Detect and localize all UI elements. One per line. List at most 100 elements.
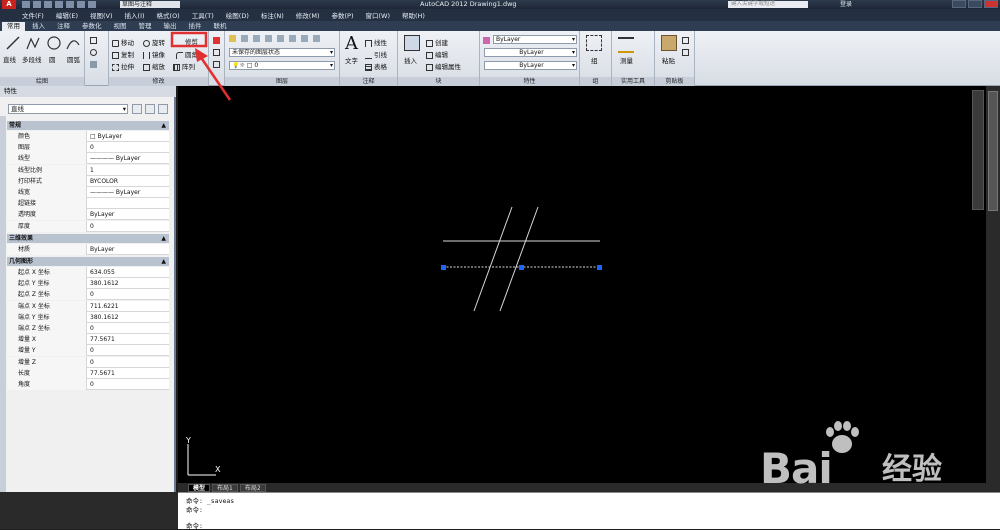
slanted-line-left[interactable] xyxy=(473,206,513,312)
property-value[interactable]: 380.1612 xyxy=(88,312,169,323)
layer-select[interactable]: 💡☼ □ 0 xyxy=(229,61,335,70)
slanted-line-right[interactable] xyxy=(499,206,539,312)
property-value[interactable]: 77.5671 xyxy=(88,334,169,345)
undo-icon[interactable] xyxy=(77,1,85,8)
menu-format[interactable]: 格式(O) xyxy=(157,10,180,20)
linear-dim-button[interactable]: 线性 xyxy=(365,37,387,47)
hatch-icon[interactable] xyxy=(90,61,97,68)
layer-lock-icon[interactable] xyxy=(277,35,284,42)
polyline-button[interactable]: 多段线 xyxy=(22,54,42,64)
drawing-canvas[interactable]: Y X xyxy=(178,86,986,483)
property-row[interactable]: 材质 ByLayer xyxy=(7,243,169,255)
section-header[interactable]: 常规 ▲ xyxy=(7,121,169,130)
panel-properties-title[interactable]: 特性 xyxy=(480,77,579,86)
property-row[interactable]: 透明度 ByLayer xyxy=(7,209,169,221)
autocad-logo-icon[interactable]: A xyxy=(2,0,16,9)
save-icon[interactable] xyxy=(44,1,52,8)
collapse-icon[interactable]: ▲ xyxy=(161,121,166,130)
section-header[interactable]: 几何图形 ▲ xyxy=(7,257,169,266)
property-value[interactable]: 0 xyxy=(88,289,169,300)
cut-icon[interactable] xyxy=(682,37,689,44)
menu-modify[interactable]: 修改(M) xyxy=(296,10,320,20)
quick-select-icon[interactable] xyxy=(158,104,168,114)
measure-button[interactable]: 测量 xyxy=(620,55,633,65)
arc-icon[interactable] xyxy=(65,35,81,51)
menu-help[interactable]: 帮助(H) xyxy=(402,10,425,20)
object-type-select[interactable]: 直线 xyxy=(8,104,128,114)
property-value[interactable]: 711.6221 xyxy=(88,301,169,312)
stretch-button[interactable]: 拉伸 xyxy=(112,61,134,71)
collapse-icon[interactable]: ▲ xyxy=(161,257,166,266)
property-row[interactable]: 打印样式 BYCOLOR xyxy=(7,175,169,187)
property-row[interactable]: 线型比例 1 xyxy=(7,164,169,176)
copy-clip-icon[interactable] xyxy=(682,49,689,56)
table-button[interactable]: 表格 xyxy=(365,61,387,71)
new-icon[interactable] xyxy=(22,1,30,8)
print-icon[interactable] xyxy=(66,1,74,8)
fillet-button[interactable]: 圆角 xyxy=(176,49,198,59)
layer-off-icon[interactable] xyxy=(241,35,248,42)
line-button[interactable]: 直线 xyxy=(3,54,16,64)
property-value[interactable]: 77.5671 xyxy=(88,368,169,379)
scrollbar-thumb[interactable] xyxy=(988,91,998,211)
tab-output[interactable]: 输出 xyxy=(159,22,182,31)
menu-file[interactable]: 文件(F) xyxy=(22,10,44,20)
collapse-icon[interactable]: ▲ xyxy=(161,234,166,243)
panel-utilities-title[interactable]: 实用工具 xyxy=(612,77,654,86)
saveas-icon[interactable] xyxy=(55,1,63,8)
property-row[interactable]: 起点 Z 坐标 0 xyxy=(7,289,169,301)
tab-parametric[interactable]: 参数化 xyxy=(77,22,107,31)
tab-layout2[interactable]: 布局2 xyxy=(239,483,266,492)
layer-previous-icon[interactable] xyxy=(301,35,308,42)
layer-unisolate-icon[interactable] xyxy=(313,35,320,42)
trim-button[interactable]: 修剪 xyxy=(173,36,198,46)
property-value[interactable]: 634.055 xyxy=(88,267,169,278)
tab-model[interactable]: 模型 xyxy=(188,483,211,492)
tab-manage[interactable]: 管理 xyxy=(134,22,157,31)
explode-icon[interactable] xyxy=(213,49,220,56)
property-value[interactable]: 380.1612 xyxy=(88,278,169,289)
login-button[interactable]: 登录 xyxy=(840,0,852,9)
properties-title[interactable]: 特性 xyxy=(0,86,176,97)
menu-dimension[interactable]: 标注(N) xyxy=(261,10,284,20)
edit-attributes-button[interactable]: 编辑属性 xyxy=(426,61,461,71)
property-row[interactable]: 图层 0 xyxy=(7,142,169,154)
property-row[interactable]: 超链接 xyxy=(7,198,169,210)
copy-button[interactable]: 复制 xyxy=(112,49,134,59)
menu-insert[interactable]: 插入(I) xyxy=(125,10,145,20)
maximize-button[interactable] xyxy=(968,0,982,8)
tab-view[interactable]: 视图 xyxy=(109,22,132,31)
edit-block-button[interactable]: 编辑 xyxy=(426,49,448,59)
select-objects-icon[interactable] xyxy=(145,104,155,114)
paste-icon[interactable] xyxy=(661,35,677,51)
property-value[interactable]: BYCOLOR xyxy=(88,176,169,187)
erase-icon[interactable] xyxy=(213,37,220,44)
grip-end[interactable] xyxy=(597,265,602,270)
property-value[interactable]: 0 xyxy=(88,357,169,368)
property-row[interactable]: 厚度 0 xyxy=(7,220,169,232)
open-icon[interactable] xyxy=(33,1,41,8)
panel-annotation-title[interactable]: 注释 xyxy=(340,77,397,86)
menu-view[interactable]: 视图(V) xyxy=(90,10,113,20)
minimize-button[interactable] xyxy=(952,0,966,8)
scale-button[interactable]: 缩放 xyxy=(143,61,165,71)
menu-window[interactable]: 窗口(W) xyxy=(365,10,390,20)
command-line[interactable]: 命令: _saveas 命令: 命令: xyxy=(178,492,1000,530)
property-row[interactable]: 增量 X 77.5671 xyxy=(7,334,169,346)
property-value[interactable]: □ ByLayer xyxy=(88,131,169,142)
polyline-icon[interactable] xyxy=(25,35,41,51)
layer-isolate-icon[interactable] xyxy=(253,35,260,42)
insert-button[interactable]: 插入 xyxy=(404,55,417,65)
color-select[interactable]: ByLayer xyxy=(493,35,577,44)
workspace-selector[interactable]: 草图与注释 xyxy=(120,1,180,8)
redo-icon[interactable] xyxy=(88,1,96,8)
insert-block-icon[interactable] xyxy=(404,35,420,51)
property-value[interactable]: ByLayer xyxy=(88,209,169,220)
ellipse-icon[interactable] xyxy=(90,49,97,56)
group-button[interactable]: 组 xyxy=(591,55,598,65)
circle-button[interactable]: 圆 xyxy=(49,54,56,64)
linetype-select[interactable]: ByLayer xyxy=(484,48,577,57)
measure-icon[interactable] xyxy=(618,37,634,53)
panel-groups-title[interactable]: 组 xyxy=(580,77,611,86)
menu-draw[interactable]: 绘图(D) xyxy=(226,10,249,20)
